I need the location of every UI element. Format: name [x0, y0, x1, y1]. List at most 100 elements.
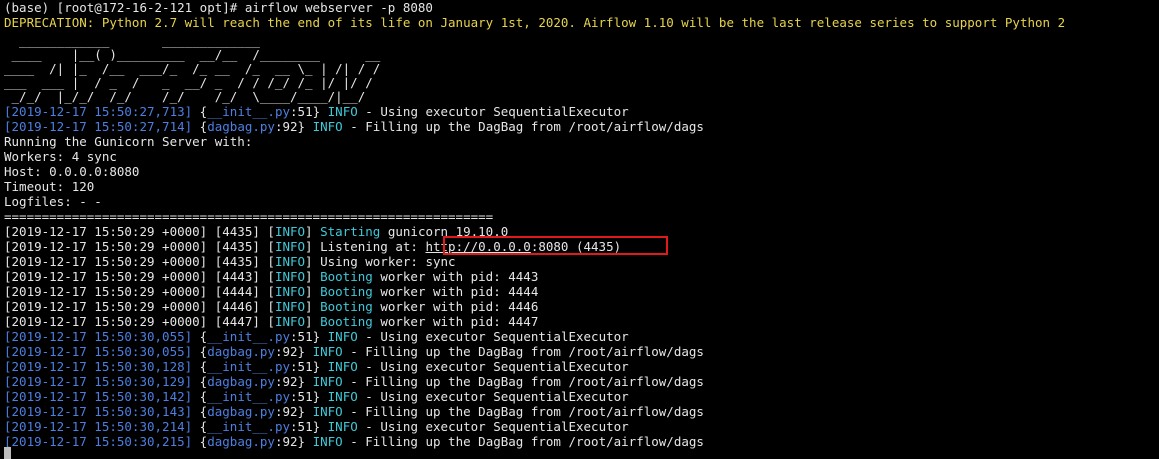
log-message: - Filling up the DagBag from /root/airfl… [342, 404, 704, 419]
log-timestamp: [2019-12-17 15:50:30,215] [4, 434, 193, 449]
log-timestamp: [2019-12-17 15:50:30,055] [4, 329, 193, 344]
log-mid: ] [305, 269, 321, 284]
log-line: [2019-12-17 15:50:30,215] {dagbag.py:92}… [4, 434, 704, 449]
log-line: [2019-12-17 15:50:30,129] {dagbag.py:92}… [4, 374, 704, 389]
deprecation-warning: DEPRECATION: Python 2.7 will reach the e… [4, 15, 1066, 30]
log-message: - Using executor SequentialExecutor [357, 329, 629, 344]
log-line: [2019-12-17 15:50:27,713] {__init__.py:5… [4, 104, 629, 119]
gunicorn-log-line: [2019-12-17 15:50:29 +0000] [4435] [INFO… [4, 224, 1159, 239]
log-level: INFO [274, 239, 306, 254]
log-rest: worker with pid: 4447 [372, 314, 539, 329]
log-prefix: [2019-12-17 15:50:29 +0000] [4447] [ [4, 314, 275, 329]
log-level: INFO [312, 344, 343, 359]
log-timestamp: [2019-12-17 15:50:30,128] [4, 359, 193, 374]
log-mid: ] [305, 284, 321, 299]
log-level: INFO [327, 104, 358, 119]
banner-line: ____ /| |_ /__ ___/_ /_ __ /_ __ \_ | /|… [4, 61, 381, 76]
gunicorn-info-line: Running the Gunicorn Server with: [4, 134, 253, 149]
gunicorn-log-line: [2019-12-17 15:50:29 +0000] [4435] [INFO… [4, 239, 1159, 254]
log-level: INFO [274, 299, 306, 314]
log-source-file: dagbag.py [207, 374, 275, 389]
log-line: [2019-12-17 15:50:30,055] {dagbag.py:92}… [4, 344, 704, 359]
log-line: [2019-12-17 15:50:30,055] {__init__.py:5… [4, 329, 629, 344]
log-level: INFO [312, 374, 343, 389]
log-source-lineno: :51 [290, 359, 313, 374]
log-level: INFO [312, 119, 343, 134]
log-source-file: dagbag.py [207, 404, 275, 419]
log-source-file: dagbag.py [207, 344, 275, 359]
log-keyword: Booting [320, 314, 373, 329]
log-source-lineno: :51 [290, 329, 313, 344]
log-source-lineno: :92 [274, 344, 298, 359]
log-keyword: Booting [320, 284, 373, 299]
log-source-file: __init__.py [207, 359, 291, 374]
banner-line: ____ |__( )_________ __/__ /________ __ [4, 47, 381, 62]
airflow-ascii-banner: ____________ _____________ ____ |__( )__… [4, 34, 1159, 104]
log-rest: gunicorn 19.10.0 [380, 224, 509, 239]
log-source-file: __init__.py [207, 329, 291, 344]
gunicorn-info-line: Workers: 4 sync [4, 149, 117, 164]
log-timestamp: [2019-12-17 15:50:30,129] [4, 374, 193, 389]
log-line: [2019-12-17 15:50:27,714] {dagbag.py:92}… [4, 119, 704, 134]
log-level: INFO [327, 389, 358, 404]
log-keyword: Starting [320, 224, 381, 239]
log-source-lineno: :51 [290, 419, 313, 434]
log-timestamp: [2019-12-17 15:50:30,142] [4, 389, 193, 404]
gunicorn-info-line: Logfiles: - - [4, 194, 102, 209]
log-source-file: dagbag.py [207, 119, 275, 134]
log-line: [2019-12-17 15:50:30,214] {__init__.py:5… [4, 419, 629, 434]
gunicorn-log-line: [2019-12-17 15:50:29 +0000] [4443] [INFO… [4, 269, 1159, 284]
log-source-file: dagbag.py [207, 434, 275, 449]
log-source-lineno: :92 [274, 119, 298, 134]
log-source-lineno: :92 [274, 374, 298, 389]
banner-line: _/_/ |_/_/ /_/ /_/ /_/ \____/____/|__/ [4, 89, 366, 104]
separator-line: ========================================… [4, 209, 494, 224]
log-source-lineno: :51 [290, 389, 313, 404]
log-message: - Filling up the DagBag from /root/airfl… [342, 434, 704, 449]
listening-url-link[interactable]: http://0.0.0.0 [425, 239, 530, 254]
log-source-lineno: :92 [274, 434, 298, 449]
log-level: INFO [274, 254, 306, 269]
log-message: - Filling up the DagBag from /root/airfl… [342, 374, 704, 389]
log-line: [2019-12-17 15:50:30,128] {__init__.py:5… [4, 359, 629, 374]
log-mid: ] Listening at: [305, 239, 426, 254]
log-message: - Using executor SequentialExecutor [357, 359, 629, 374]
terminal-window[interactable]: (base) [root@172-16-2-121 opt]# airflow … [0, 0, 1159, 459]
gunicorn-log-line: [2019-12-17 15:50:29 +0000] [4444] [INFO… [4, 284, 1159, 299]
banner-line: ___ ___ | / _ / _ __/ _ / / /_/ /_ |/ |/… [4, 75, 373, 90]
gunicorn-log: [2019-12-17 15:50:29 +0000] [4435] [INFO… [4, 224, 1159, 329]
gunicorn-log-line: [2019-12-17 15:50:29 +0000] [4446] [INFO… [4, 299, 1159, 314]
log-level: INFO [312, 434, 343, 449]
log-level: INFO [312, 404, 343, 419]
gunicorn-log-line: [2019-12-17 15:50:29 +0000] [4435] [INFO… [4, 254, 1159, 269]
command-prompt-line: (base) [root@172-16-2-121 opt]# airflow … [4, 0, 433, 15]
log-timestamp: [2019-12-17 15:50:30,214] [4, 419, 193, 434]
gunicorn-log-line: [2019-12-17 15:50:29 +0000] [4447] [INFO… [4, 314, 1159, 329]
log-source-file: __init__.py [207, 389, 291, 404]
log-line: [2019-12-17 15:50:30,143] {dagbag.py:92}… [4, 404, 704, 419]
log-level: INFO [274, 284, 306, 299]
log-level: INFO [274, 269, 306, 284]
gunicorn-info-line: Timeout: 120 [4, 179, 95, 194]
log-message: - Using executor SequentialExecutor [357, 104, 629, 119]
log-keyword: Booting [320, 269, 373, 284]
log-timestamp: [2019-12-17 15:50:30,055] [4, 344, 193, 359]
log-keyword: Booting [320, 299, 373, 314]
log-mid: ] Using worker: sync [305, 254, 456, 269]
log-level: INFO [274, 314, 306, 329]
log-level: INFO [274, 224, 306, 239]
log-message: - Using executor SequentialExecutor [357, 419, 629, 434]
log-mid: ] [305, 299, 321, 314]
log-level: INFO [327, 359, 358, 374]
log-message: - Using executor SequentialExecutor [357, 389, 629, 404]
log-line: [2019-12-17 15:50:30,142] {__init__.py:5… [4, 389, 629, 404]
gunicorn-info-line: Host: 0.0.0.0:8080 [4, 164, 140, 179]
log-source-lineno: :51 [290, 104, 313, 119]
log-mid: ] [305, 224, 321, 239]
banner-line: ____________ _____________ [4, 33, 260, 48]
log-timestamp: [2019-12-17 15:50:27,713] [4, 104, 193, 119]
log-prefix: [2019-12-17 15:50:29 +0000] [4443] [ [4, 269, 275, 284]
log-prefix: [2019-12-17 15:50:29 +0000] [4444] [ [4, 284, 275, 299]
log-source-lineno: :92 [274, 404, 298, 419]
log-prefix: [2019-12-17 15:50:29 +0000] [4435] [ [4, 254, 275, 269]
